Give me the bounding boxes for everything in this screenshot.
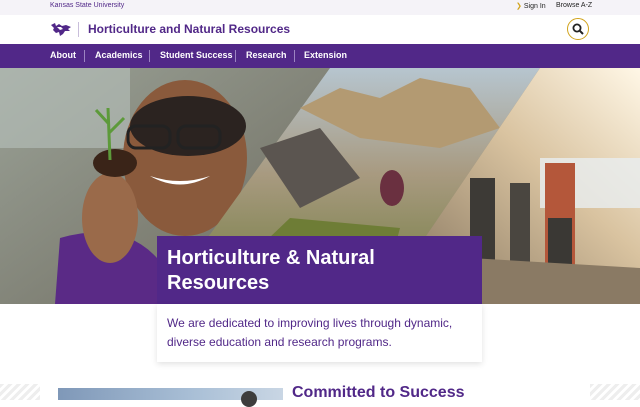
hero-title-box: Horticulture & Natural Resources [157,236,482,304]
browse-az-link[interactable]: Browse A-Z [556,2,592,9]
nav-separator [235,50,236,62]
promo-title: Committed to Success [292,384,465,401]
department-title[interactable]: Horticulture and Natural Resources [88,22,290,36]
utility-bar: Kansas State University ❯ Sign In Browse … [0,0,640,15]
nav-item-about[interactable]: About [50,50,76,60]
nav-separator [294,50,295,62]
header-divider [78,22,79,37]
university-link[interactable]: Kansas State University [50,2,124,9]
powercat-logo-icon[interactable] [50,22,72,37]
nav-separator [149,50,150,62]
nav-item-extension[interactable]: Extension [304,50,347,60]
main-nav: About Academics Student Success Research… [0,44,640,68]
signin-arrow-icon: ❯ [516,3,522,10]
nav-separator [84,50,85,62]
search-button[interactable] [567,18,589,40]
nav-item-research[interactable]: Research [246,50,287,60]
promo-image [58,388,283,407]
sign-in-label: Sign In [523,3,546,10]
nav-item-student-success[interactable]: Student Success [160,50,233,60]
hero-subtitle-box: We are dedicated to improving lives thro… [157,304,482,362]
sign-in-link[interactable]: ❯ Sign In [516,2,546,10]
decorative-stripes-left [0,384,40,400]
hero-subtitle: We are dedicated to improving lives thro… [167,316,453,349]
hero-title: Horticulture & Natural Resources [167,247,375,294]
promo-figure [241,391,257,407]
site-header: Horticulture and Natural Resources [0,15,640,44]
decorative-stripes-right [590,384,640,400]
search-icon [572,23,584,35]
nav-item-academics[interactable]: Academics [95,50,143,60]
